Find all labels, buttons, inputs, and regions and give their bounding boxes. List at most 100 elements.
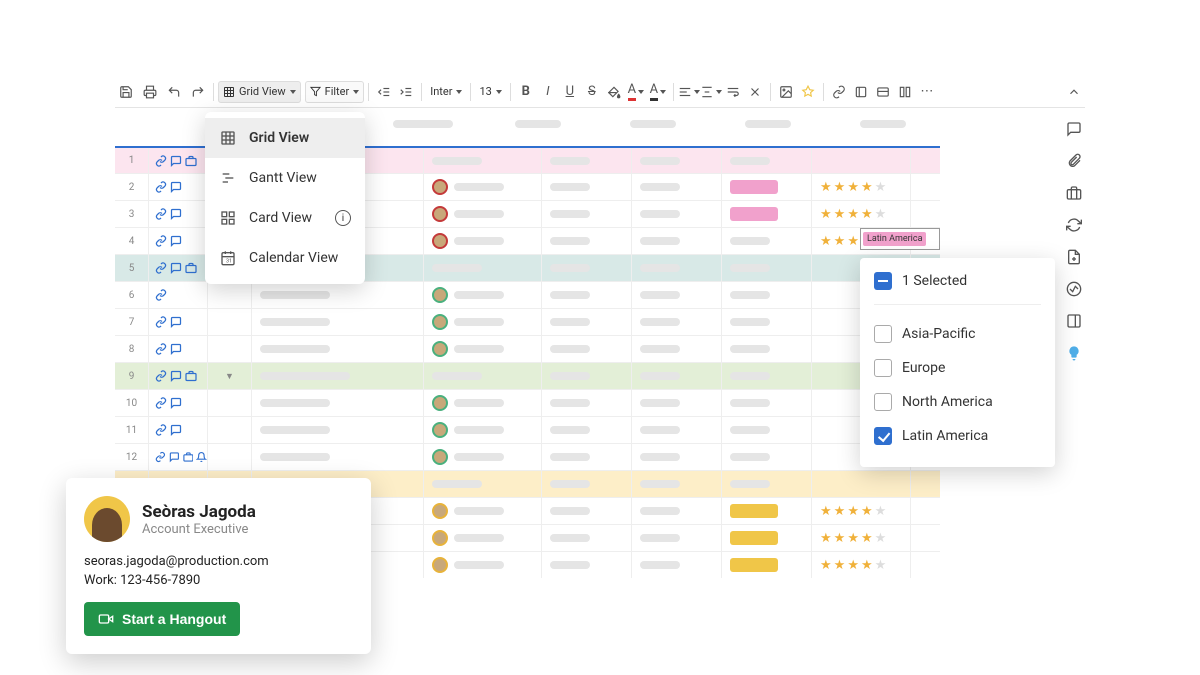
filter-label: Filter: [325, 85, 350, 98]
info-icon[interactable]: i: [335, 210, 351, 226]
row-number: 11: [115, 417, 149, 443]
indeterminate-checkbox-icon[interactable]: [874, 272, 892, 290]
contact-card: Seòras Jagoda Account Executive seoras.j…: [66, 478, 371, 654]
indent-icon[interactable]: [395, 81, 417, 103]
region-option[interactable]: Europe: [874, 351, 1041, 385]
view-menu-gantt[interactable]: Gantt View: [205, 158, 365, 198]
avatar: [84, 496, 130, 542]
row-number: 4: [115, 228, 149, 254]
filter-icon: [310, 86, 321, 97]
bold-icon[interactable]: B: [515, 81, 537, 103]
briefcase-icon[interactable]: [1065, 184, 1083, 202]
align-icon[interactable]: [678, 81, 700, 103]
table-row[interactable]: 10: [115, 389, 940, 416]
panel-icon[interactable]: [1065, 312, 1083, 330]
toolbar: Grid View Filter Inter 13 B I U S A A ⋯: [115, 80, 1085, 108]
row-number: 7: [115, 309, 149, 335]
row-icons: [149, 208, 207, 220]
row-number: 10: [115, 390, 149, 416]
attach-icon[interactable]: [850, 81, 872, 103]
view-menu-card[interactable]: Card View i: [205, 198, 365, 238]
rating-cell[interactable]: [811, 148, 911, 173]
region-cell-active[interactable]: Latin America: [860, 228, 940, 250]
row-icons: [149, 262, 207, 274]
row-number: 2: [115, 174, 149, 200]
font-family-select[interactable]: Inter: [426, 81, 466, 103]
view-select[interactable]: Grid View: [218, 81, 301, 103]
row-icons: [149, 316, 207, 328]
rating-cell[interactable]: ★★★★★: [811, 174, 911, 200]
rating-cell[interactable]: ★★★★★: [811, 498, 911, 524]
outdent-icon[interactable]: [373, 81, 395, 103]
attachment-icon[interactable]: [1065, 152, 1083, 170]
contact-email: seoras.jagoda@production.com: [84, 554, 353, 569]
checkbox-icon[interactable]: [874, 325, 892, 343]
table-row[interactable]: 11: [115, 416, 940, 443]
wrap-icon[interactable]: [722, 81, 744, 103]
row-number: 12: [115, 444, 149, 470]
rating-cell[interactable]: ★★★★★: [811, 525, 911, 551]
table-row[interactable]: 7: [115, 308, 940, 335]
image-icon[interactable]: [775, 81, 797, 103]
highlight-icon[interactable]: [797, 81, 819, 103]
table-row[interactable]: 9▼: [115, 362, 940, 389]
region-chip: Latin America: [863, 232, 926, 246]
strikethrough-icon[interactable]: S: [581, 81, 603, 103]
undo-icon[interactable]: [163, 81, 185, 103]
redo-icon[interactable]: [187, 81, 209, 103]
card-icon: [219, 209, 237, 227]
rating-cell[interactable]: [811, 471, 911, 497]
table-row[interactable]: 8: [115, 335, 940, 362]
rating-cell[interactable]: ★★★★★: [811, 552, 911, 578]
print-icon[interactable]: [139, 81, 161, 103]
filter-select[interactable]: Filter: [305, 81, 365, 103]
more-icon[interactable]: ⋯: [916, 81, 938, 103]
checkbox-icon[interactable]: [874, 393, 892, 411]
underline-icon[interactable]: U: [559, 81, 581, 103]
row-icons: [149, 181, 207, 193]
layout-icon[interactable]: [872, 81, 894, 103]
italic-icon[interactable]: I: [537, 81, 559, 103]
checkbox-icon[interactable]: [874, 427, 892, 445]
view-menu-grid[interactable]: Grid View: [205, 118, 365, 158]
rating-cell[interactable]: ★★★★★: [811, 201, 911, 227]
row-icons: [149, 343, 207, 355]
row-icons: [149, 424, 207, 436]
row-number: 8: [115, 336, 149, 362]
view-menu-calendar[interactable]: 31 Calendar View: [205, 238, 365, 278]
video-icon: [98, 611, 114, 627]
grid-icon: [219, 129, 237, 147]
comment-icon[interactable]: [1065, 120, 1083, 138]
columns-icon[interactable]: [894, 81, 916, 103]
activity-icon[interactable]: [1065, 280, 1083, 298]
table-row[interactable]: 6: [115, 281, 940, 308]
file-plus-icon[interactable]: [1065, 248, 1083, 266]
refresh-icon[interactable]: [1065, 216, 1083, 234]
text-color2-icon[interactable]: A: [647, 81, 669, 103]
region-option[interactable]: North America: [874, 385, 1041, 419]
calendar-icon: 31: [219, 249, 237, 267]
row-icons: [149, 397, 207, 409]
row-number: 6: [115, 282, 149, 308]
valign-icon[interactable]: [700, 81, 722, 103]
region-option[interactable]: Asia-Pacific: [874, 317, 1041, 351]
font-size-select[interactable]: 13: [475, 81, 505, 103]
row-icons: [149, 155, 207, 167]
contact-role: Account Executive: [142, 522, 256, 537]
checkbox-icon[interactable]: [874, 359, 892, 377]
fill-color-icon[interactable]: [603, 81, 625, 103]
lightbulb-icon[interactable]: [1065, 344, 1083, 362]
table-row[interactable]: 12: [115, 443, 940, 470]
row-icons: [149, 235, 207, 247]
link-icon[interactable]: [828, 81, 850, 103]
save-icon[interactable]: [115, 81, 137, 103]
start-hangout-button[interactable]: Start a Hangout: [84, 602, 240, 636]
row-number: 3: [115, 201, 149, 227]
clear-format-icon[interactable]: [744, 81, 766, 103]
collapse-icon[interactable]: [1063, 81, 1085, 103]
text-color-icon[interactable]: A: [625, 81, 647, 103]
right-rail: [1058, 120, 1090, 362]
chevron-down-icon: [353, 90, 359, 94]
row-icons: [149, 370, 207, 382]
region-option[interactable]: Latin America: [874, 419, 1041, 453]
